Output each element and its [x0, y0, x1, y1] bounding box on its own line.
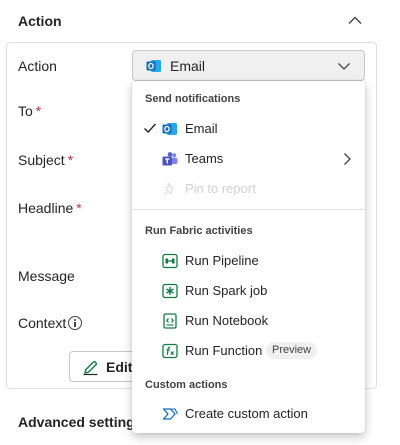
- action-selected-value: Email: [170, 58, 206, 74]
- subject-label: Subject *: [18, 152, 74, 168]
- menu-item-label: Pin to report: [185, 181, 256, 196]
- menu-item-label: Teams: [185, 151, 224, 166]
- pin-icon: [163, 182, 174, 196]
- group-header-fabric: Run Fabric activities: [145, 225, 253, 237]
- action-label: Action: [18, 58, 57, 74]
- group-header-notifications: Send notifications: [145, 93, 241, 105]
- chevron-up-icon[interactable]: [346, 12, 364, 30]
- edit-icon: [83, 360, 98, 376]
- to-label: To *: [18, 103, 42, 119]
- pipeline-icon: [162, 253, 178, 269]
- action-section-header: Action: [0, 0, 400, 42]
- action-dropdown[interactable]: Email: [132, 50, 365, 81]
- menu-item-email[interactable]: Email: [132, 114, 365, 144]
- spark-job-icon: [162, 283, 178, 299]
- menu-item-label: Run Function: [185, 343, 263, 358]
- preview-badge: Preview: [266, 342, 318, 359]
- menu-item-create-custom-action[interactable]: Create custom action: [132, 399, 365, 429]
- menu-item-label: Run Notebook: [185, 313, 269, 328]
- menu-item-pin-to-report: Pin to report: [132, 174, 365, 204]
- chevron-right-icon: [344, 153, 351, 165]
- menu-item-teams[interactable]: Teams: [132, 144, 365, 174]
- function-icon: [162, 343, 178, 359]
- info-icon[interactable]: [68, 316, 82, 330]
- action-menu: Send notifications Email Teams Pin to re…: [132, 81, 365, 433]
- menu-item-run-function[interactable]: Run Function Preview: [132, 336, 365, 366]
- teams-icon: [162, 152, 178, 166]
- group-header-custom: Custom actions: [145, 379, 228, 391]
- menu-item-label: Create custom action: [185, 406, 308, 421]
- section-title: Action: [18, 13, 62, 29]
- notebook-icon: [163, 313, 177, 329]
- chevron-down-icon: [338, 63, 350, 70]
- menu-divider: [132, 209, 365, 210]
- outlook-icon: [146, 60, 161, 72]
- message-label: Message: [18, 268, 75, 284]
- custom-action-icon: [162, 408, 178, 420]
- menu-item-run-notebook[interactable]: Run Notebook: [132, 306, 365, 336]
- menu-item-label: Run Pipeline: [185, 253, 259, 268]
- outlook-icon: [162, 123, 177, 135]
- menu-item-label: Email: [185, 121, 218, 136]
- checkmark-icon: [144, 123, 157, 133]
- headline-label: Headline *: [18, 200, 82, 216]
- advanced-settings-header[interactable]: Advanced settings: [18, 414, 142, 430]
- menu-item-label: Run Spark job: [185, 283, 268, 298]
- menu-item-run-pipeline[interactable]: Run Pipeline: [132, 246, 365, 276]
- edit-label: Edit: [106, 359, 133, 375]
- context-label: Context: [18, 315, 67, 331]
- menu-item-run-spark-job[interactable]: Run Spark job: [132, 276, 365, 306]
